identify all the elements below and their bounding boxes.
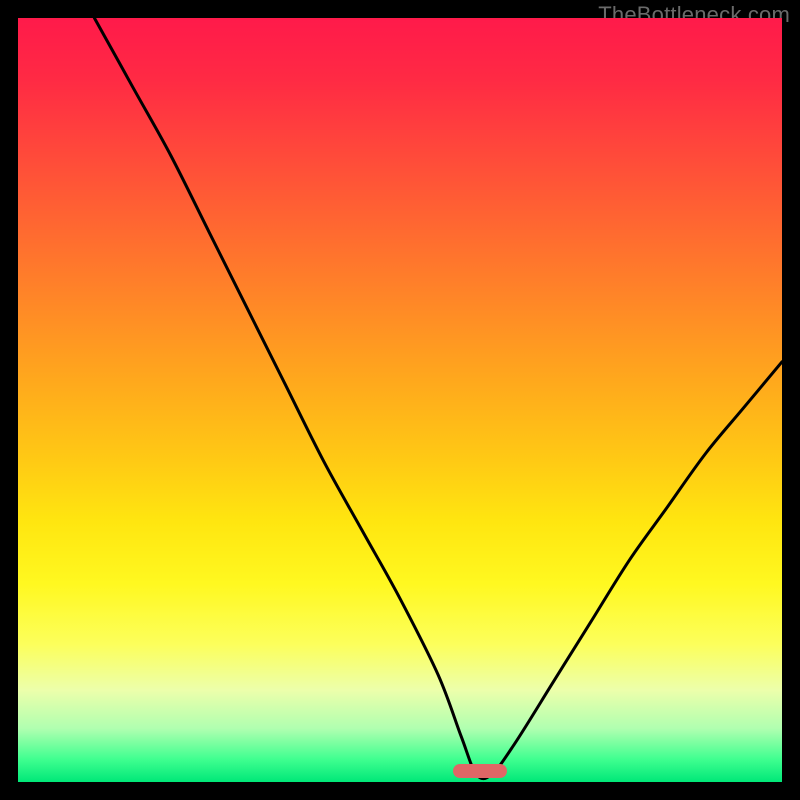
plot-area — [18, 18, 782, 782]
bottleneck-curve — [18, 18, 782, 782]
optimal-range-marker — [453, 764, 506, 778]
chart-frame: TheBottleneck.com — [0, 0, 800, 800]
